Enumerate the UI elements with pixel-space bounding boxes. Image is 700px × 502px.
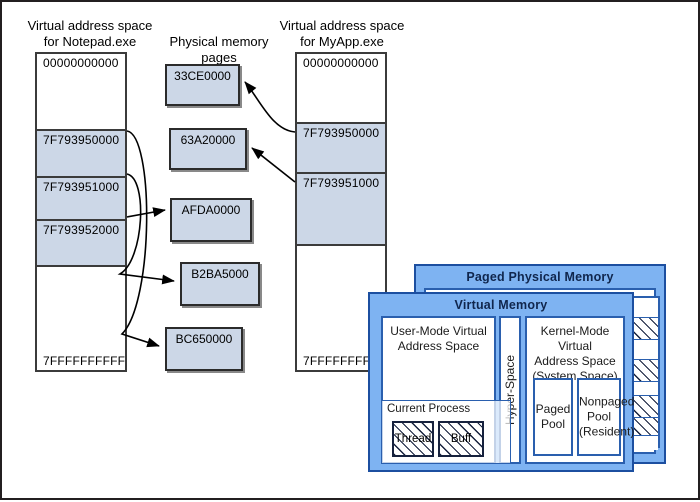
notepad-segment-2-label: 7F793951000 — [43, 180, 120, 194]
physical-page-2-label: AFDA0000 — [181, 203, 241, 217]
paged-physical-memory-title: Paged Physical Memory — [466, 270, 614, 284]
page-cell-5 — [630, 396, 658, 418]
physical-page-1-label: 63A20000 — [180, 133, 236, 147]
caption-physical: Physical memory pages — [169, 34, 269, 65]
page-cell-1 — [630, 318, 658, 340]
buff-block: Buff — [438, 421, 484, 457]
page-cell-0 — [630, 298, 658, 318]
notepad-segment-3-label: 7F793952000 — [43, 223, 120, 237]
user-mode-address-space-label: User-Mode Virtual Address Space — [390, 324, 487, 353]
physical-page-3-label: B2BA5000 — [191, 267, 249, 281]
caption-notepad: Virtual address space for Notepad.exe — [27, 18, 153, 49]
current-process-box: Current Process Thread Buff — [381, 400, 511, 464]
page-cell-3 — [630, 360, 658, 382]
physical-page-33CE0000: 33CE0000 — [165, 64, 240, 106]
notepad-segment-1: 7F793950000 — [37, 129, 125, 176]
physical-page-0-label: 33CE0000 — [174, 69, 231, 83]
page-cell-4 — [630, 382, 658, 396]
notepad-segment-4: 7FFFFFFFFFF — [37, 265, 125, 370]
page-cell-2 — [630, 340, 658, 360]
nonpaged-pool-label: Nonpaged Pool (Resident) — [579, 394, 635, 439]
notepad-segment-2: 7F793951000 — [37, 176, 125, 219]
physical-page-B2BA5000: B2BA5000 — [180, 262, 260, 306]
paged-pool-box: Paged Pool — [533, 378, 573, 456]
paged-pool-label: Paged Pool — [535, 402, 571, 431]
kernel-mode-address-space-label: Kernel-Mode Virtual Address Space (Syste… — [532, 324, 618, 383]
kernel-mode-address-space-box: Kernel-Mode Virtual Address Space (Syste… — [525, 316, 635, 464]
page-cell-7 — [630, 436, 658, 450]
physical-page-63A20000: 63A20000 — [169, 128, 247, 170]
current-process-label: Current Process — [387, 403, 471, 415]
notepad-segment-0: 00000000000 — [37, 54, 125, 129]
physical-page-4-label: BC650000 — [175, 332, 233, 346]
notepad-segment-4-label: 7FFFFFFFFFF — [43, 354, 126, 368]
myapp-segment-2-label: 7F793951000 — [303, 176, 380, 190]
myapp-segment-0-label: 00000000000 — [303, 56, 379, 70]
myapp-segment-2: 7F793951000 — [297, 172, 385, 244]
notepad-segment-0-label: 00000000000 — [43, 56, 119, 70]
physical-page-AFDA0000: AFDA0000 — [170, 198, 252, 242]
caption-myapp: Virtual address space for MyApp.exe — [279, 18, 405, 49]
myapp-segment-1: 7F793950000 — [297, 122, 385, 172]
myapp-segment-1-label: 7F793950000 — [303, 126, 380, 140]
notepad-segment-3: 7F793952000 — [37, 219, 125, 265]
thread-label: Thread — [394, 433, 432, 445]
page-cell-6 — [630, 418, 658, 436]
virtual-memory-title: Virtual Memory — [454, 298, 548, 312]
virtual-memory-panel: Virtual Memory User-Mode Virtual Address… — [368, 292, 634, 472]
nonpaged-pool-box: Nonpaged Pool (Resident) — [577, 378, 635, 456]
physical-page-BC650000: BC650000 — [165, 327, 243, 371]
diagram-canvas: Virtual address space for Notepad.exe Ph… — [0, 0, 700, 500]
notepad-segment-1-label: 7F793950000 — [43, 133, 120, 147]
myapp-segment-0: 00000000000 — [297, 54, 385, 122]
thread-block: Thread — [392, 421, 434, 457]
notepad-address-space-column: 00000000000 7F793950000 7F793951000 7F79… — [35, 52, 127, 372]
buff-label: Buff — [450, 433, 472, 445]
